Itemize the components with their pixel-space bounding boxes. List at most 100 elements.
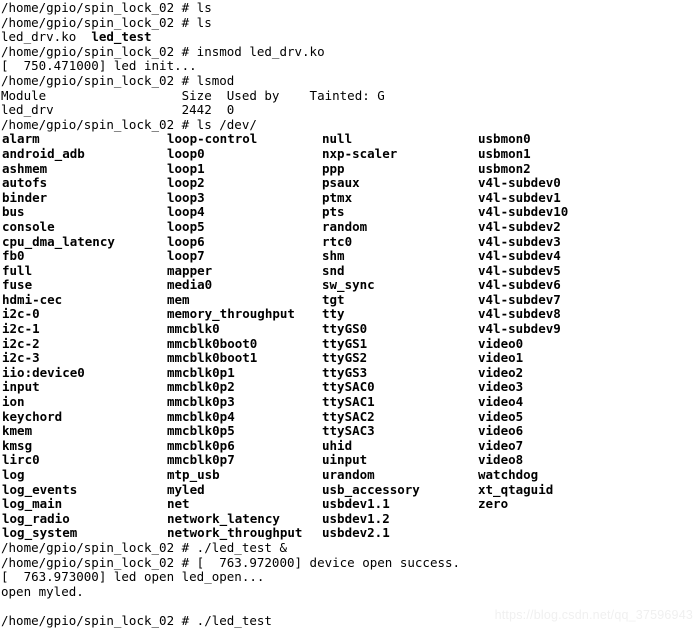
dev-listing-row: android_adb loop0 nxp-scaler usbmon1 [1,145,699,162]
dev-listing-row: bus loop4 pts v4l-subdev10 [1,205,699,220]
dev-listing-row: fb0 loop7 shm v4l-subdev4 [1,248,699,264]
dev-entry: bus [2,204,25,220]
dev-listing-row: iio:device0 mmcblk0p1 ttyGS3 video2 [1,364,699,381]
terminal-line-l3: led_drv.ko led_test [1,29,699,45]
dev-entry: loop5 [167,218,205,234]
dev-listing-row: input mmcblk0p2 ttySAC0 video3 [1,380,699,395]
dev-entry: ttySAC1 [322,394,375,410]
dev-listing-row: log_main net usbdev1.1 zero [1,497,699,512]
dev-listing-row: i2c-1 mmcblk0 ttyGS0 v4l-subdev9 [1,321,699,337]
terminal-line-l1: /home/gpio/spin_lock_02 # ls [1,0,212,15]
dev-listing-row: i2c-3 mmcblk0boot1 ttyGS2 video1 [1,351,699,366]
dev-entry: fuse [2,277,33,293]
dev-listing-row: alarm loop-control null usbmon0 [1,132,699,147]
dev-entry: alarm [2,131,40,147]
dev-entry: shm [322,248,345,264]
dev-listing-row: kmem mmcblk0p5 ttySAC3 video6 [1,424,699,439]
dev-entry: mem [167,291,190,307]
terminal-line-l5: [ 750.471000] led init... [1,58,197,74]
dev-entry: ttySAC3 [322,423,375,439]
dev-entry: ttySAC2 [322,408,375,424]
dev-entry: loop1 [167,160,205,176]
dev-entry: mtp_usb [167,467,220,482]
dev-entry: mmcblk0 [167,321,220,337]
dev-entry: i2c-0 [2,306,40,322]
dev-entry: mmcblk0p3 [167,394,235,410]
dev-entry: v4l-subdev6 [478,277,561,293]
dev-entry: network_latency [167,510,280,526]
dev-entry: usbmon0 [478,131,531,147]
dev-entry: console [2,218,55,234]
dev-entry: video0 [478,335,524,351]
dev-entry: rtc0 [322,233,353,249]
dev-entry: i2c-3 [2,350,40,366]
dev-entry: full [2,262,33,278]
dev-entry: log_events [2,481,78,497]
dev-entry: log_system [2,525,78,541]
terminal-line-l6: /home/gpio/spin_lock_02 # lsmod [1,72,235,88]
dev-entry: video7 [478,437,524,453]
dev-entry: nxp-scaler [322,145,398,161]
dev-listing-row: lirc0 mmcblk0p7 uinput video8 [1,453,699,468]
dev-listing-row: ashmem loop1 ppp usbmon2 [1,160,699,177]
dev-entry: mmcblk0p7 [167,452,235,468]
dev-entry: video1 [478,350,524,366]
dev-entry: lirc0 [2,452,40,468]
dev-listing-row: keychord mmcblk0p4 ttySAC2 video5 [1,408,699,425]
dev-entry: ttyGS1 [322,335,368,351]
dev-entry: xt_qtaguid [478,481,554,497]
dev-listing-row: binder loop3 ptmx v4l-subdev1 [1,189,699,206]
dev-listing-row: i2c-2 mmcblk0boot0 ttyGS1 video0 [1,335,699,352]
dev-entry: mmcblk0p6 [167,437,235,453]
dev-entry: video3 [478,379,524,395]
dev-entry: usbdev1.2 [322,510,390,526]
dev-entry: video5 [478,408,524,424]
dev-entry: ttySAC0 [322,379,375,395]
dev-entry: video6 [478,423,524,439]
dev-listing-row: full mapper snd v4l-subdev5 [1,262,699,279]
dev-entry: log_main [2,496,63,512]
dev-entry: mmcblk0p1 [167,364,235,380]
terminal-line-l4: /home/gpio/spin_lock_02 # insmod led_drv… [1,43,325,59]
dev-listing-row: kmsg mmcblk0p6 uhid video7 [1,437,699,454]
dev-entry: input [2,379,40,395]
dev-entry: ttyGS2 [322,350,368,366]
dev-entry: video4 [478,394,524,410]
dev-listing-row: cpu_dma_latency loop6 rtc0 v4l-subdev3 [1,233,699,250]
dev-entry: null [322,131,353,147]
dev-entry: v4l-subdev2 [478,218,561,234]
dev-entry: random [322,218,368,234]
dev-entry: usbdev1.1 [322,496,390,512]
dev-entry: v4l-subdev0 [478,175,561,191]
dev-entry: mmcblk0p2 [167,379,235,395]
dev-entry: v4l-subdev4 [478,248,561,264]
dev-entry: mmcblk0p5 [167,423,235,439]
dev-entry: myled [167,481,205,497]
dev-entry: watchdog [478,467,539,482]
file-name-led-test: led_test [91,29,152,45]
dev-entry: loop7 [167,248,205,264]
dev-entry: i2c-2 [2,335,40,351]
dev-entry: loop2 [167,175,205,191]
dev-entry: v4l-subdev10 [478,204,569,220]
dev-listing-row: hdmi-cec mem tgt v4l-subdev7 [1,291,699,308]
dev-entry: tty [322,306,345,322]
dev-entry: usbmon2 [478,160,531,176]
dev-entry: loop0 [167,145,205,161]
dev-entry: loop3 [167,189,205,205]
terminal-line-l2: /home/gpio/spin_lock_02 # ls [1,14,212,30]
dev-entry: ttyGS3 [322,364,368,380]
dev-entry: usbdev2.1 [322,525,390,541]
dev-entry: hdmi-cec [2,291,63,307]
dev-entry: v4l-subdev9 [478,321,561,337]
dev-entry: net [167,496,190,512]
dev-entry: ptmx [322,189,353,205]
dev-listing-row: ion mmcblk0p3 ttySAC1 video4 [1,394,699,410]
terminal-line-l7: Module Size Used by Tainted: G [1,87,385,103]
dev-entry: keychord [2,408,63,424]
terminal-window[interactable]: /home/gpio/spin_lock_02 # ls/home/gpio/s… [0,0,699,630]
file-name-led-drv-ko: led_drv.ko [1,29,92,45]
dev-entry: urandom [322,467,375,482]
watermark: https://blog.csdn.net/qq_37596943 [494,608,693,623]
dev-entry: snd [322,262,345,278]
